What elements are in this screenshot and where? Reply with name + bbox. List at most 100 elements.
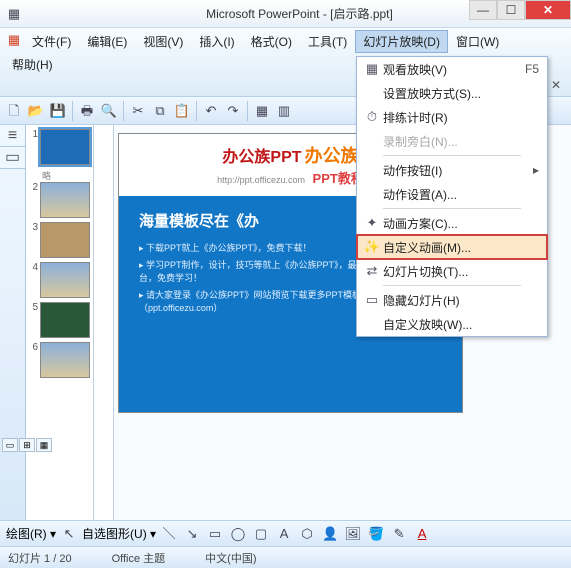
- open-icon[interactable]: 📂: [26, 101, 46, 121]
- arrow-icon[interactable]: ↘: [182, 524, 202, 544]
- outline-tab-icon[interactable]: ≡: [0, 125, 25, 147]
- animate-icon: ✦: [361, 215, 383, 231]
- menu-format[interactable]: 格式(O): [243, 30, 300, 53]
- normal-view-button[interactable]: ▭: [2, 438, 18, 452]
- picture-icon[interactable]: 🖼: [343, 524, 363, 544]
- close-button[interactable]: ✕: [525, 0, 571, 20]
- menu-rehearse[interactable]: ⏱ 排练计时(R): [357, 105, 547, 129]
- window-controls: ― ☐ ✕: [469, 0, 571, 20]
- preview-icon[interactable]: 🔍: [99, 101, 119, 121]
- titlebar: ▦ Microsoft PowerPoint - [启示路.ppt] ― ☐ ✕: [0, 0, 571, 28]
- hide-icon: ▭: [361, 292, 383, 308]
- menu-hide-slide[interactable]: ▭ 隐藏幻灯片(H): [357, 288, 547, 312]
- new-icon[interactable]: 🗋: [4, 101, 24, 121]
- outline-tabs: ≡ ▭: [0, 125, 26, 520]
- minimize-button[interactable]: ―: [469, 0, 497, 20]
- thumb-number: 4: [28, 262, 40, 298]
- present-icon: ▦: [361, 61, 383, 77]
- slide-position: 幻灯片 1 / 20: [8, 550, 72, 566]
- font-color-icon[interactable]: A: [412, 524, 432, 544]
- thumb-preview: [40, 342, 90, 378]
- separator: [72, 101, 73, 121]
- menu-insert[interactable]: 插入(I): [191, 30, 242, 53]
- thumbnail-6[interactable]: 6: [28, 342, 91, 378]
- thumb-preview: [40, 182, 90, 218]
- drawing-toolbar: 绘图(R) ▾ ↖ 自选图形(U) ▾ ＼ ↘ ▭ ◯ ▢ A ⬡ 👤 🖼 🪣 …: [0, 520, 571, 546]
- autoshapes-menu[interactable]: 自选图形(U) ▾: [82, 525, 156, 542]
- thumb-number: 5: [28, 302, 40, 338]
- submenu-arrow-icon: ▸: [533, 163, 543, 177]
- separator: [196, 101, 197, 121]
- slideshow-view-button[interactable]: ▦: [36, 438, 52, 452]
- copy-icon[interactable]: ⧉: [150, 101, 170, 121]
- menu-tools[interactable]: 工具(T): [300, 30, 355, 53]
- thumb-number: 6: [28, 342, 40, 378]
- separator: [247, 101, 248, 121]
- thumbnail-2[interactable]: 2: [28, 182, 91, 218]
- statusbar: 幻灯片 1 / 20 Office 主题 中文(中国): [0, 546, 571, 568]
- oval-icon[interactable]: ◯: [228, 524, 248, 544]
- thumbnail-3[interactable]: 3: [28, 222, 91, 258]
- thumbnail-panel: 1 略 2 3 4 5 6: [26, 125, 94, 520]
- menu-custom-animation[interactable]: ✨ 自定义动画(M)...: [357, 235, 547, 259]
- thumbnail-1[interactable]: 1: [28, 129, 91, 165]
- menu-custom-shows[interactable]: 自定义放映(W)...: [357, 312, 547, 336]
- sorter-view-button[interactable]: ⊞: [19, 438, 35, 452]
- menu-view-show[interactable]: ▦ 观看放映(V) F5: [357, 57, 547, 81]
- view-mode-buttons: ▭ ⊞ ▦: [2, 438, 52, 452]
- select-icon[interactable]: ↖: [59, 524, 79, 544]
- diagram-icon[interactable]: ⬡: [297, 524, 317, 544]
- fill-color-icon[interactable]: 🪣: [366, 524, 386, 544]
- print-icon[interactable]: 🖶: [77, 101, 97, 121]
- language-label: 中文(中国): [205, 550, 256, 566]
- line-icon[interactable]: ＼: [159, 524, 179, 544]
- custom-animate-icon: ✨: [361, 239, 383, 255]
- theme-name: Office 主题: [112, 550, 166, 566]
- menu-edit[interactable]: 编辑(E): [79, 30, 135, 53]
- transition-icon: ⇄: [361, 263, 383, 279]
- save-icon[interactable]: 💾: [48, 101, 68, 121]
- separator: [123, 101, 124, 121]
- thumb-preview: [40, 302, 90, 338]
- menu-window[interactable]: 窗口(W): [448, 30, 507, 53]
- slide-logo-text: 办公族PPT: [222, 149, 301, 166]
- menu-setup-show[interactable]: 设置放映方式(S)...: [357, 81, 547, 105]
- clipart-icon[interactable]: 👤: [320, 524, 340, 544]
- undo-icon[interactable]: ↶: [201, 101, 221, 121]
- slide-url: http://ppt.officezu.com: [217, 175, 305, 185]
- textbox-icon[interactable]: ▢: [251, 524, 271, 544]
- thumb-number: 3: [28, 222, 40, 258]
- slideshow-dropdown: ▦ 观看放映(V) F5 设置放映方式(S)... ⏱ 排练计时(R) 录制旁白…: [356, 56, 548, 337]
- mdi-close-icon[interactable]: ✕: [545, 76, 567, 94]
- menu-separator: [383, 155, 521, 156]
- thumbnail-4[interactable]: 4: [28, 262, 91, 298]
- menu-action-buttons[interactable]: 动作按钮(I) ▸: [357, 158, 547, 182]
- menu-record-narration[interactable]: 录制旁白(N)...: [357, 129, 547, 153]
- chart-icon[interactable]: ▦: [252, 101, 272, 121]
- maximize-button[interactable]: ☐: [497, 0, 525, 20]
- paste-icon[interactable]: 📋: [172, 101, 192, 121]
- menu-animation-schemes[interactable]: ✦ 动画方案(C)...: [357, 211, 547, 235]
- menu-slideshow[interactable]: 幻灯片放映(D): [355, 30, 448, 53]
- cut-icon[interactable]: ✂: [128, 101, 148, 121]
- ppt-icon: ▦: [4, 30, 24, 50]
- thumb-sublabel: 略: [28, 169, 91, 182]
- redo-icon[interactable]: ↷: [223, 101, 243, 121]
- thumb-preview: [40, 222, 90, 258]
- slide-logo-big: 办公族: [305, 146, 359, 166]
- menu-slide-transition[interactable]: ⇄ 幻灯片切换(T)...: [357, 259, 547, 283]
- menu-action-settings[interactable]: 动作设置(A)...: [357, 182, 547, 206]
- app-icon: ▦: [4, 4, 24, 24]
- rectangle-icon[interactable]: ▭: [205, 524, 225, 544]
- table-icon[interactable]: ▥: [274, 101, 294, 121]
- thumbnail-5[interactable]: 5: [28, 302, 91, 338]
- thumb-number: 2: [28, 182, 40, 218]
- slides-tab-icon[interactable]: ▭: [0, 147, 25, 169]
- menu-file[interactable]: 文件(F): [24, 30, 79, 53]
- menu-separator: [383, 208, 521, 209]
- wordart-icon[interactable]: A: [274, 524, 294, 544]
- vertical-ruler: [94, 125, 114, 520]
- menu-view[interactable]: 视图(V): [135, 30, 191, 53]
- draw-menu[interactable]: 绘图(R) ▾: [6, 525, 56, 542]
- line-color-icon[interactable]: ✎: [389, 524, 409, 544]
